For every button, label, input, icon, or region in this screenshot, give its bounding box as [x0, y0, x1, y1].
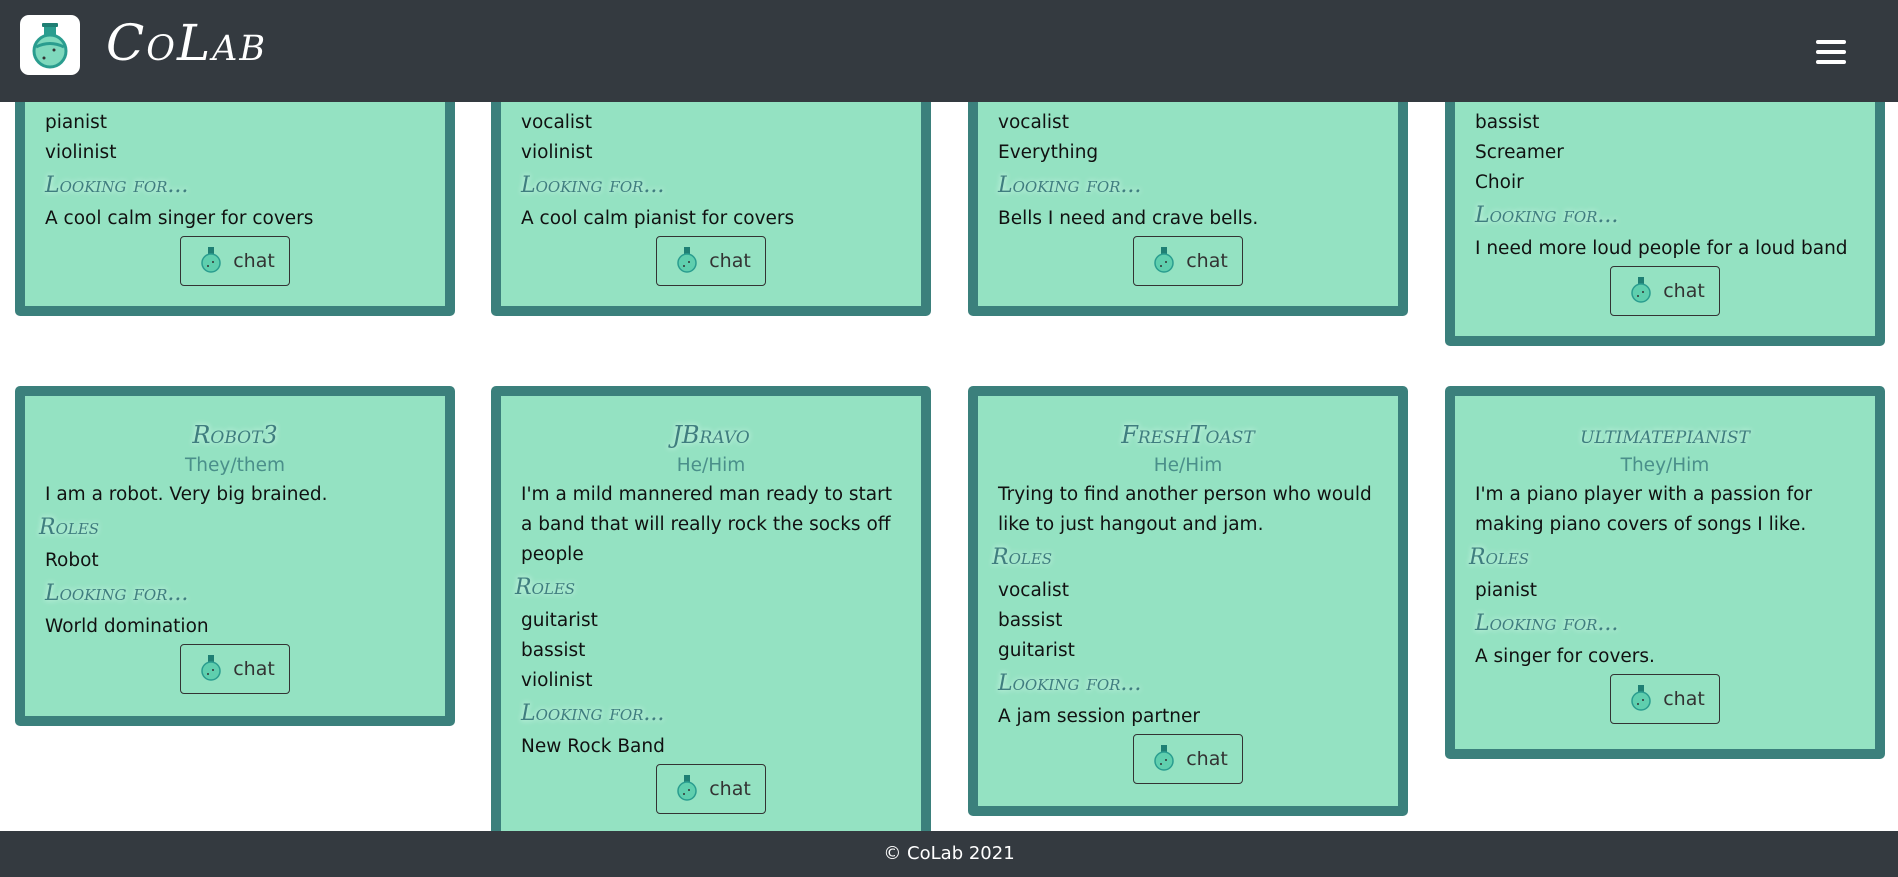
role-item: pianist: [1475, 580, 1537, 601]
profile-name: ultimatepianist: [1580, 421, 1750, 449]
role-item: bassist: [998, 610, 1063, 631]
logo[interactable]: [20, 15, 80, 75]
role-item: pianist: [45, 112, 107, 133]
role-item: guitarist: [521, 610, 598, 631]
chat-button[interactable]: chat: [656, 764, 766, 814]
flask-icon: [32, 23, 68, 69]
looking-for-heading: Looking for...: [998, 671, 1142, 696]
profile-card: JBravo He/Him I'm a mild mannered man read…: [491, 386, 931, 844]
chat-button[interactable]: chat: [656, 236, 766, 286]
looking-for-text: New Rock Band: [521, 736, 665, 757]
chat-button-wrap: chat: [521, 236, 901, 286]
role-item: vocalist: [521, 112, 592, 133]
role-item: Choir: [1475, 172, 1524, 193]
profile-pronouns: He/Him: [676, 455, 746, 476]
chat-button-wrap: chat: [998, 734, 1378, 784]
role-item: violinist: [521, 670, 593, 691]
chat-label: chat: [709, 778, 751, 800]
profile-pronouns: They/them: [185, 455, 285, 476]
role-item: Robot: [45, 550, 99, 571]
role-item: violinist: [45, 142, 117, 163]
chat-button-wrap: chat: [998, 236, 1378, 286]
flask-icon: [675, 245, 699, 278]
flask-icon: [1152, 743, 1176, 776]
role-item: Screamer: [1475, 142, 1564, 163]
chat-label: chat: [233, 658, 275, 680]
chat-button[interactable]: chat: [180, 644, 290, 694]
looking-for-text: World domination: [45, 616, 209, 637]
role-item: violinist: [521, 142, 593, 163]
looking-for-heading: Looking for...: [1475, 611, 1619, 636]
looking-for-text: Bells I need and crave bells.: [998, 208, 1259, 229]
profile-bio: Trying to find another person who would …: [998, 484, 1372, 535]
flask-icon: [1152, 245, 1176, 278]
chat-button[interactable]: chat: [1610, 674, 1720, 724]
profile-bio: I am a robot. Very big brained.: [45, 484, 328, 505]
looking-for-heading: Looking for...: [998, 173, 1142, 198]
chat-button-wrap: chat: [1475, 674, 1855, 724]
profile-name: JBravo: [672, 421, 750, 449]
profile-name: Robot3: [192, 421, 278, 449]
chat-button[interactable]: chat: [1610, 266, 1720, 316]
brand-title[interactable]: CoLab: [106, 14, 267, 72]
chat-label: chat: [1186, 748, 1228, 770]
role-item: Everything: [998, 142, 1099, 163]
flask-icon: [199, 245, 223, 278]
chat-label: chat: [1186, 250, 1228, 272]
navbar: CoLab: [0, 0, 1898, 102]
profile-pronouns: He/Him: [1153, 455, 1223, 476]
footer: © CoLab 2021: [0, 831, 1898, 877]
chat-label: chat: [1663, 688, 1705, 710]
chat-label: chat: [233, 250, 275, 272]
chat-label: chat: [1663, 280, 1705, 302]
looking-for-heading: Looking for...: [45, 173, 189, 198]
chat-button-wrap: chat: [45, 644, 425, 694]
chat-button[interactable]: chat: [180, 236, 290, 286]
profile-bio: I'm a piano player with a passion for ma…: [1475, 484, 1813, 535]
role-item: guitarist: [998, 640, 1075, 661]
role-item: bassist: [521, 640, 586, 661]
chat-button[interactable]: chat: [1133, 734, 1243, 784]
profile-card: Robot3 They/them I am a robot. Very big br…: [15, 386, 455, 726]
looking-for-text: A singer for covers.: [1475, 646, 1655, 667]
chat-label: chat: [709, 250, 751, 272]
looking-for-text: A cool calm singer for covers: [45, 208, 314, 229]
looking-for-heading: Looking for...: [45, 581, 189, 606]
roles-heading: Roles: [1469, 545, 1530, 570]
chat-button-wrap: chat: [521, 764, 901, 814]
looking-for-heading: Looking for...: [1475, 203, 1619, 228]
flask-icon: [199, 653, 223, 686]
looking-for-text: I need more loud people for a loud band: [1475, 238, 1848, 259]
role-item: vocalist: [998, 580, 1069, 601]
looking-for-heading: Looking for...: [521, 701, 665, 726]
flask-icon: [1629, 275, 1653, 308]
looking-for-text: A jam session partner: [998, 706, 1200, 727]
roles-heading: Roles: [515, 575, 576, 600]
role-item: vocalist: [998, 112, 1069, 133]
role-item: bassist: [1475, 112, 1540, 133]
hamburger-icon[interactable]: [1816, 40, 1846, 64]
roles-heading: Roles: [992, 545, 1053, 570]
looking-for-heading: Looking for...: [521, 173, 665, 198]
chat-button[interactable]: chat: [1133, 236, 1243, 286]
roles-heading: Roles: [39, 515, 100, 540]
profile-name: FreshToast: [1121, 421, 1255, 449]
flask-icon: [675, 773, 699, 806]
profile-card: FreshToast He/Him Trying to find another p…: [968, 386, 1408, 816]
looking-for-text: A cool calm pianist for covers: [521, 208, 795, 229]
flask-icon: [1629, 683, 1653, 716]
profile-card: ultimatepianist They/Him I'm a piano playe…: [1445, 386, 1885, 759]
profile-pronouns: They/Him: [1620, 455, 1710, 476]
chat-button-wrap: chat: [45, 236, 425, 286]
chat-button-wrap: chat: [1475, 266, 1855, 316]
profile-bio: I'm a mild mannered man ready to start a…: [521, 484, 892, 565]
